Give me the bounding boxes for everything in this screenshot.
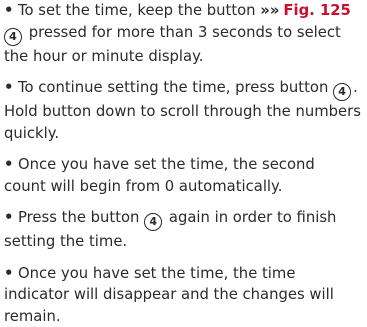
instruction-text: To continue setting the time, press butt… <box>18 79 328 96</box>
bullet-icon: • <box>4 0 14 22</box>
instruction-item-1: •To set the time, keep the button »»Fig.… <box>4 0 361 67</box>
instructions-page: •To set the time, keep the button »»Fig.… <box>0 0 367 317</box>
instruction-item-2: •To continue setting the time, press but… <box>4 77 361 144</box>
instruction-item-3: •Once you have set the time, the second … <box>4 154 361 197</box>
bullet-icon: • <box>4 154 14 176</box>
button-number-badge: 4 <box>144 213 162 231</box>
figure-reference-arrow-icon: »» <box>260 2 279 19</box>
instruction-text: Press the button <box>18 209 139 226</box>
figure-reference-link[interactable]: Fig. 125 <box>283 2 350 19</box>
instruction-item-5: •Once you have set the time, the time in… <box>4 263 361 327</box>
instruction-text: Once you have set the time, the time ind… <box>4 265 334 325</box>
instruction-item-4: •Press the button 4 again in order to fi… <box>4 207 361 253</box>
button-number-badge: 4 <box>4 28 22 46</box>
bullet-icon: • <box>4 207 14 229</box>
instruction-text: Once you have set the time, the second c… <box>4 156 315 195</box>
bullet-icon: • <box>4 77 14 99</box>
button-number-badge: 4 <box>333 83 351 101</box>
instruction-text: To set the time, keep the button <box>18 2 256 19</box>
bullet-icon: • <box>4 263 14 285</box>
instruction-text: pressed for more than 3 seconds to selec… <box>4 24 341 65</box>
